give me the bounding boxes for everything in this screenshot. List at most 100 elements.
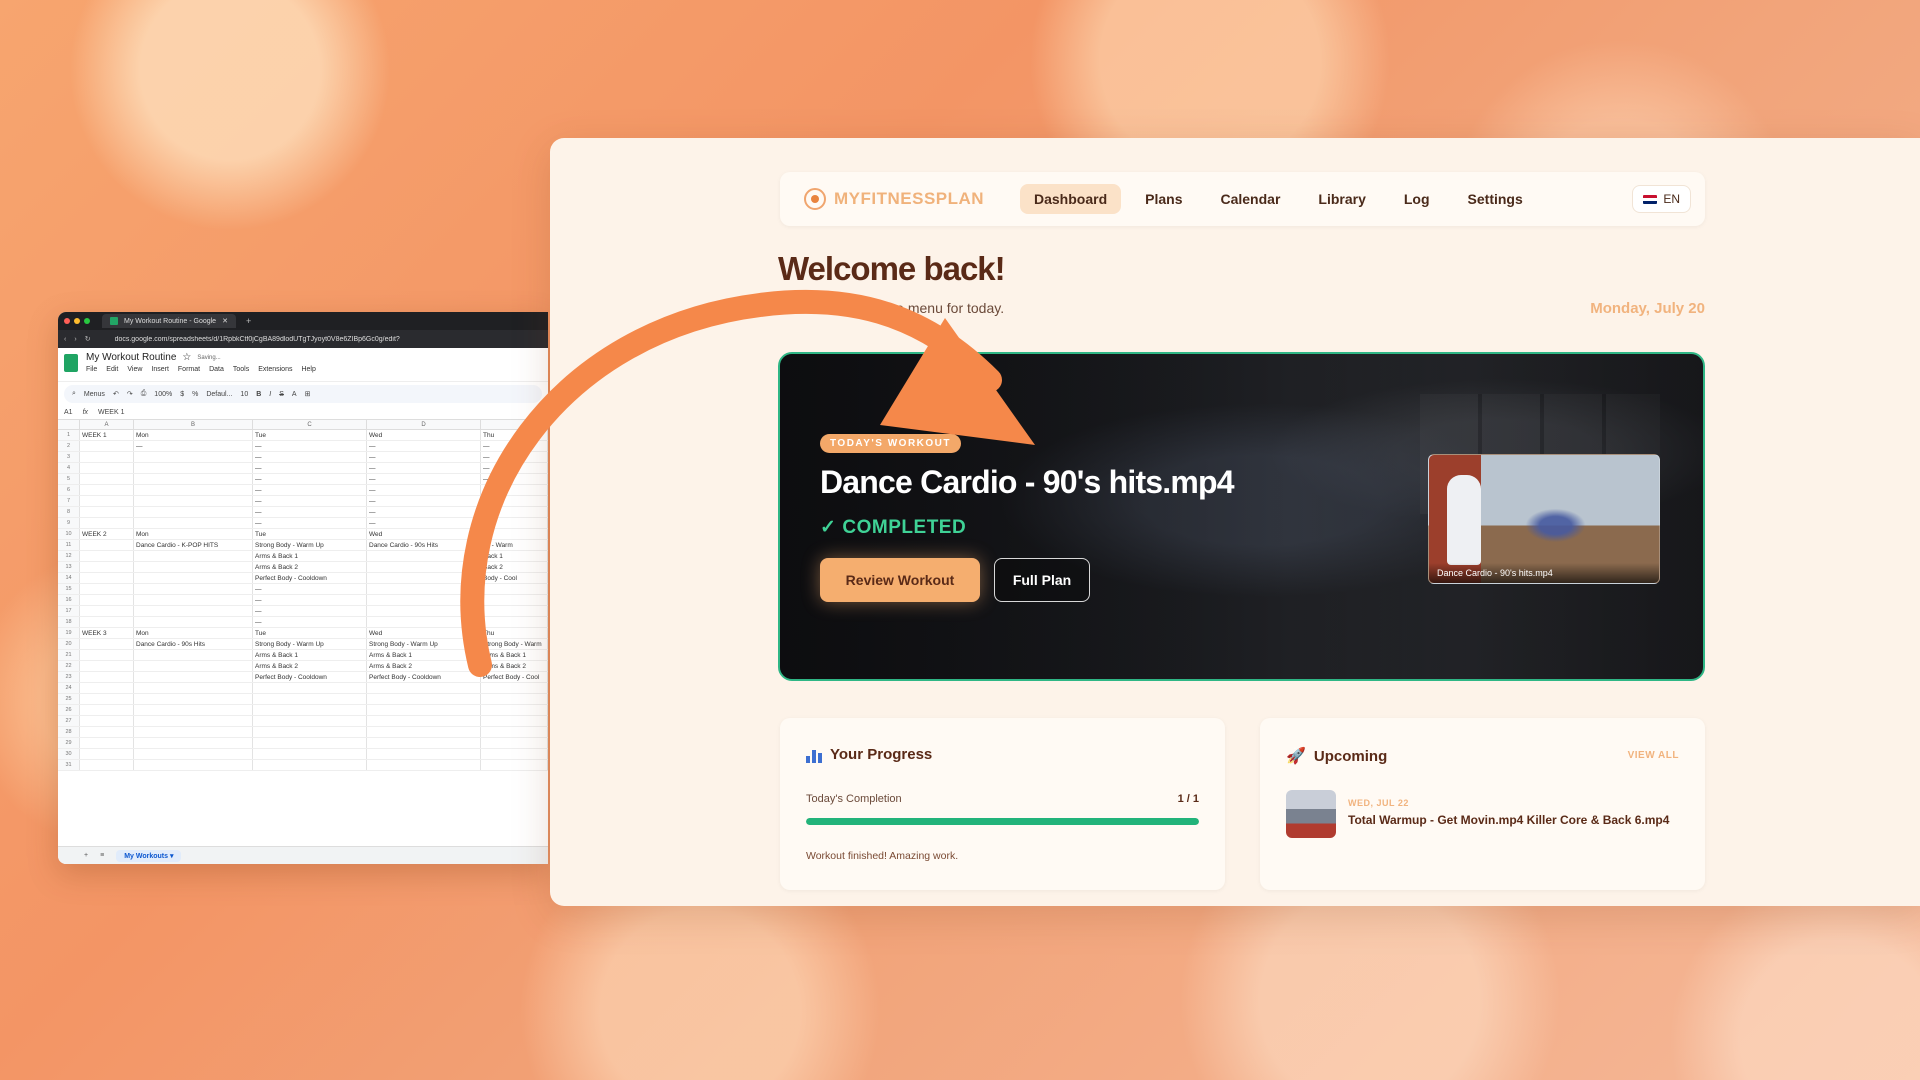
maximize-window-dot[interactable]	[84, 318, 90, 324]
sheet-cell[interactable]	[80, 672, 134, 682]
menu-data[interactable]: Data	[209, 366, 224, 373]
sheet-cell[interactable]	[253, 727, 367, 737]
sheet-cell[interactable]	[134, 650, 253, 660]
sheet-cell[interactable]	[253, 760, 367, 770]
row-number[interactable]: 13	[58, 562, 80, 572]
sheet-cell[interactable]: —	[253, 441, 367, 451]
strikethrough-icon[interactable]: S	[279, 391, 284, 398]
back-icon[interactable]: ‹	[64, 336, 66, 343]
sheet-cell[interactable]: WEEK 2	[80, 529, 134, 539]
sheet-cell[interactable]	[134, 617, 253, 627]
row-number[interactable]: 10	[58, 529, 80, 539]
forward-icon[interactable]: ›	[74, 336, 76, 343]
sheet-cell[interactable]: Wed	[367, 628, 481, 638]
sheet-cell[interactable]: —	[253, 485, 367, 495]
sheet-cell[interactable]	[80, 463, 134, 473]
sheet-cell[interactable]	[134, 573, 253, 583]
sheet-cell[interactable]	[80, 716, 134, 726]
sheet-cell[interactable]: —	[481, 463, 548, 473]
sheet-cell[interactable]	[80, 606, 134, 616]
sheet-cell[interactable]: Back 1	[481, 551, 548, 561]
sheet-cell[interactable]	[134, 749, 253, 759]
tab-close-icon[interactable]: ✕	[222, 317, 228, 325]
row-number[interactable]: 29	[58, 738, 80, 748]
menu-file[interactable]: File	[86, 366, 97, 373]
upcoming-thumbnail[interactable]	[1286, 790, 1336, 838]
sheet-cell[interactable]: Arms & Back 1	[367, 650, 481, 660]
row-number[interactable]: 7	[58, 496, 80, 506]
sheet-cell[interactable]	[481, 496, 548, 506]
sheet-cell[interactable]: Tue	[253, 628, 367, 638]
sheet-cell[interactable]	[134, 606, 253, 616]
sheet-cell[interactable]	[367, 727, 481, 737]
row-number[interactable]: 19	[58, 628, 80, 638]
sheet-cell[interactable]	[481, 705, 548, 715]
sheet-cell[interactable]	[481, 694, 548, 704]
upcoming-item-title[interactable]: Total Warmup - Get Movin.mp4 Killer Core…	[1348, 813, 1683, 827]
sheet-cell[interactable]: Tue	[253, 529, 367, 539]
sheet-tab[interactable]: My Workouts ▾	[116, 849, 182, 862]
row-number[interactable]: 24	[58, 683, 80, 693]
sheet-cell[interactable]	[80, 518, 134, 528]
sheet-grid[interactable]: A B C D 1 WEEK 1 Mon Tue Wed Thu 2— — — —3— — —4— — —…	[58, 420, 548, 771]
sheet-cell[interactable]	[481, 716, 548, 726]
sheet-cell[interactable]	[134, 595, 253, 605]
sheet-cell[interactable]: —	[253, 584, 367, 594]
row-number[interactable]: 9	[58, 518, 80, 528]
row-number[interactable]: 23	[58, 672, 80, 682]
sheet-cell[interactable]	[253, 683, 367, 693]
sheet-cell[interactable]: dy - Warm	[481, 540, 548, 550]
borders-icon[interactable]: ⊞	[305, 390, 311, 398]
view-all-link[interactable]: VIEW ALL	[1628, 750, 1679, 761]
sheet-cell[interactable]: —	[481, 441, 548, 451]
nav-plans[interactable]: Plans	[1131, 184, 1196, 214]
sheet-cell[interactable]	[481, 507, 548, 517]
sheet-cell[interactable]: Perfect Body - Cool	[481, 672, 548, 682]
sheet-cell[interactable]: Wed	[367, 529, 481, 539]
sheet-cell[interactable]	[80, 507, 134, 517]
sheet-cell[interactable]	[481, 738, 548, 748]
sheet-cell[interactable]	[80, 639, 134, 649]
sheet-cell[interactable]	[134, 496, 253, 506]
row-number[interactable]: 1	[58, 430, 80, 440]
sheets-logo-icon[interactable]	[64, 354, 78, 372]
sheet-cell[interactable]	[80, 683, 134, 693]
sheet-cell[interactable]: Perfect Body - Cooldown	[253, 573, 367, 583]
percent-format[interactable]: %	[192, 391, 198, 398]
menu-edit[interactable]: Edit	[106, 366, 118, 373]
sheet-cell[interactable]	[134, 683, 253, 693]
sheet-cell[interactable]: —	[253, 463, 367, 473]
sheet-cell[interactable]: —	[253, 617, 367, 627]
sheet-cell[interactable]: Arms & Back 1	[481, 650, 548, 660]
undo-icon[interactable]: ↶	[113, 390, 119, 398]
search-menus-icon[interactable]: ⌕	[72, 390, 76, 398]
sheet-cell[interactable]	[134, 518, 253, 528]
sheet-cell[interactable]	[134, 551, 253, 561]
sheet-cell[interactable]: Tue	[253, 430, 367, 440]
row-number[interactable]: 12	[58, 551, 80, 561]
sheet-cell[interactable]	[134, 760, 253, 770]
column-header[interactable]: D	[367, 420, 481, 429]
column-header[interactable]: B	[134, 420, 253, 429]
menu-view[interactable]: View	[127, 366, 142, 373]
row-number[interactable]: 25	[58, 694, 80, 704]
sheet-cell[interactable]	[253, 705, 367, 715]
sheet-cell[interactable]	[80, 584, 134, 594]
star-icon[interactable]: ☆	[182, 352, 191, 363]
sheet-cell[interactable]	[80, 496, 134, 506]
review-workout-button[interactable]: Review Workout	[820, 558, 980, 602]
sheet-cell[interactable]	[80, 452, 134, 462]
sheet-cell[interactable]: —	[481, 485, 548, 495]
sheet-cell[interactable]	[80, 727, 134, 737]
font-size-field[interactable]: 10	[240, 391, 248, 398]
sheet-cell[interactable]: —	[253, 496, 367, 506]
sheet-cell[interactable]: Back 2	[481, 562, 548, 572]
sheet-cell[interactable]: Arms & Back 1	[253, 650, 367, 660]
sheet-cell[interactable]: Arms & Back 2	[253, 661, 367, 671]
sheet-cell[interactable]: Dance Cardio - 90s Hits	[134, 639, 253, 649]
brand[interactable]: MYFITNESSPLAN	[804, 188, 1020, 210]
row-number[interactable]: 16	[58, 595, 80, 605]
minimize-window-dot[interactable]	[74, 318, 80, 324]
row-number[interactable]: 3	[58, 452, 80, 462]
sheet-cell[interactable]	[253, 716, 367, 726]
